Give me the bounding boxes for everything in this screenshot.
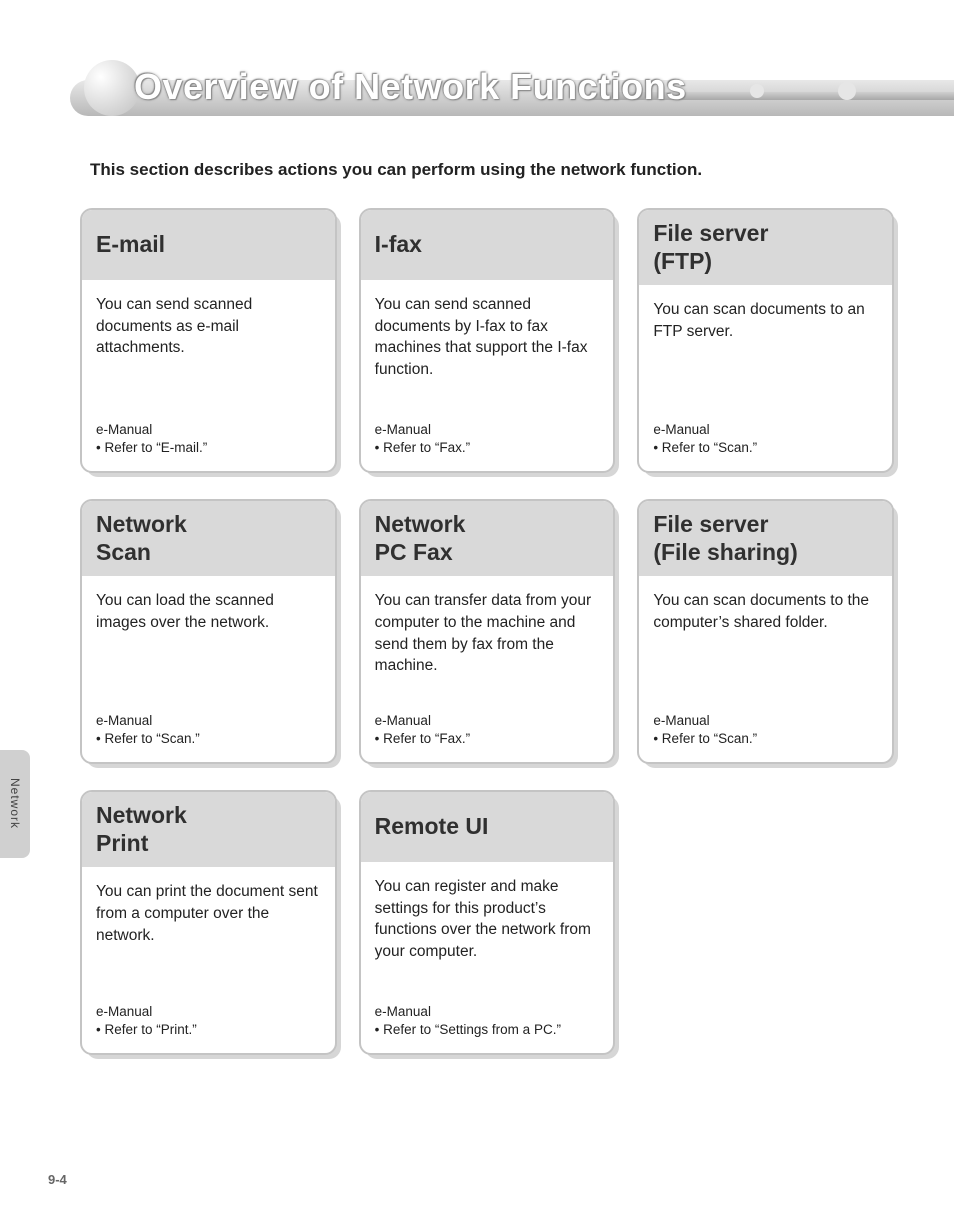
ref-label: e-Manual — [375, 421, 600, 439]
card: File server (FTP) You can scan documents… — [637, 208, 894, 473]
empty-cell — [637, 790, 894, 1055]
card-title: Network Scan — [96, 511, 187, 566]
ref-text: • Refer to “Fax.” — [375, 730, 600, 748]
ref-label: e-Manual — [96, 712, 321, 730]
ref-label: e-Manual — [375, 1003, 600, 1021]
card-reference: e-Manual • Refer to “Scan.” — [639, 704, 892, 762]
card-head: Network PC Fax — [361, 501, 614, 576]
card: Network Scan You can load the scanned im… — [80, 499, 337, 764]
page: Overview of Network Functions This secti… — [0, 0, 954, 1227]
card: E-mail You can send scanned documents as… — [80, 208, 337, 473]
card-description: You can scan documents to the computer’s… — [639, 576, 892, 703]
card-title: File server (File sharing) — [653, 511, 797, 566]
card-reference: e-Manual • Refer to “Fax.” — [361, 704, 614, 762]
card-title: Remote UI — [375, 813, 489, 841]
ref-text: • Refer to “Scan.” — [96, 730, 321, 748]
card-ifax: I-fax You can send scanned documents by … — [359, 208, 616, 473]
card-description: You can scan documents to an FTP server. — [639, 285, 892, 412]
card-head: Network Print — [82, 792, 335, 867]
ref-label: e-Manual — [653, 421, 878, 439]
card-description: You can load the scanned images over the… — [82, 576, 335, 703]
bullet-icon — [84, 60, 140, 116]
card-title: E-mail — [96, 231, 165, 259]
ref-text: • Refer to “Settings from a PC.” — [375, 1021, 600, 1039]
card-head: Network Scan — [82, 501, 335, 576]
card-reference: e-Manual • Refer to “E-mail.” — [82, 413, 335, 471]
ref-text: • Refer to “Fax.” — [375, 439, 600, 457]
card: Network Print You can print the document… — [80, 790, 337, 1055]
decor-dot — [750, 84, 764, 98]
card-head: File server (FTP) — [639, 210, 892, 285]
card-reference: e-Manual • Refer to “Fax.” — [361, 413, 614, 471]
title-bar: Overview of Network Functions — [70, 60, 894, 120]
card-title: Network PC Fax — [375, 511, 466, 566]
card-title: File server (FTP) — [653, 220, 768, 275]
decor-dot — [838, 82, 856, 100]
intro-text: This section describes actions you can p… — [90, 160, 894, 180]
card: Network PC Fax You can transfer data fro… — [359, 499, 616, 764]
card: Remote UI You can register and make sett… — [359, 790, 616, 1055]
card-head: Remote UI — [361, 792, 614, 862]
page-number: 9-4 — [48, 1172, 67, 1187]
ref-text: • Refer to “Scan.” — [653, 730, 878, 748]
card-remote-ui: Remote UI You can register and make sett… — [359, 790, 616, 1055]
card-head: E-mail — [82, 210, 335, 280]
card-description: You can send scanned documents as e-mail… — [82, 280, 335, 413]
ref-label: e-Manual — [96, 421, 321, 439]
card-head: File server (File sharing) — [639, 501, 892, 576]
card-head: I-fax — [361, 210, 614, 280]
card: File server (File sharing) You can scan … — [637, 499, 894, 764]
card-email: E-mail You can send scanned documents as… — [80, 208, 337, 473]
ref-label: e-Manual — [653, 712, 878, 730]
card-network-pcfax: Network PC Fax You can transfer data fro… — [359, 499, 616, 764]
card-grid: E-mail You can send scanned documents as… — [80, 208, 894, 1055]
card-description: You can print the document sent from a c… — [82, 867, 335, 994]
ref-label: e-Manual — [375, 712, 600, 730]
page-title: Overview of Network Functions — [134, 66, 687, 108]
card-reference: e-Manual • Refer to “Settings from a PC.… — [361, 995, 614, 1053]
card-file-sharing: File server (File sharing) You can scan … — [637, 499, 894, 764]
card: I-fax You can send scanned documents by … — [359, 208, 616, 473]
ref-text: • Refer to “Print.” — [96, 1021, 321, 1039]
card-reference: e-Manual • Refer to “Scan.” — [82, 704, 335, 762]
card-description: You can register and make settings for t… — [361, 862, 614, 995]
ref-label: e-Manual — [96, 1003, 321, 1021]
ref-text: • Refer to “Scan.” — [653, 439, 878, 457]
card-network-scan: Network Scan You can load the scanned im… — [80, 499, 337, 764]
card-title: I-fax — [375, 231, 422, 259]
card-reference: e-Manual • Refer to “Scan.” — [639, 413, 892, 471]
card-ftp: File server (FTP) You can scan documents… — [637, 208, 894, 473]
card-network-print: Network Print You can print the document… — [80, 790, 337, 1055]
card-description: You can transfer data from your computer… — [361, 576, 614, 703]
card-reference: e-Manual • Refer to “Print.” — [82, 995, 335, 1053]
card-title: Network Print — [96, 802, 187, 857]
card-description: You can send scanned documents by I-fax … — [361, 280, 614, 413]
ref-text: • Refer to “E-mail.” — [96, 439, 321, 457]
